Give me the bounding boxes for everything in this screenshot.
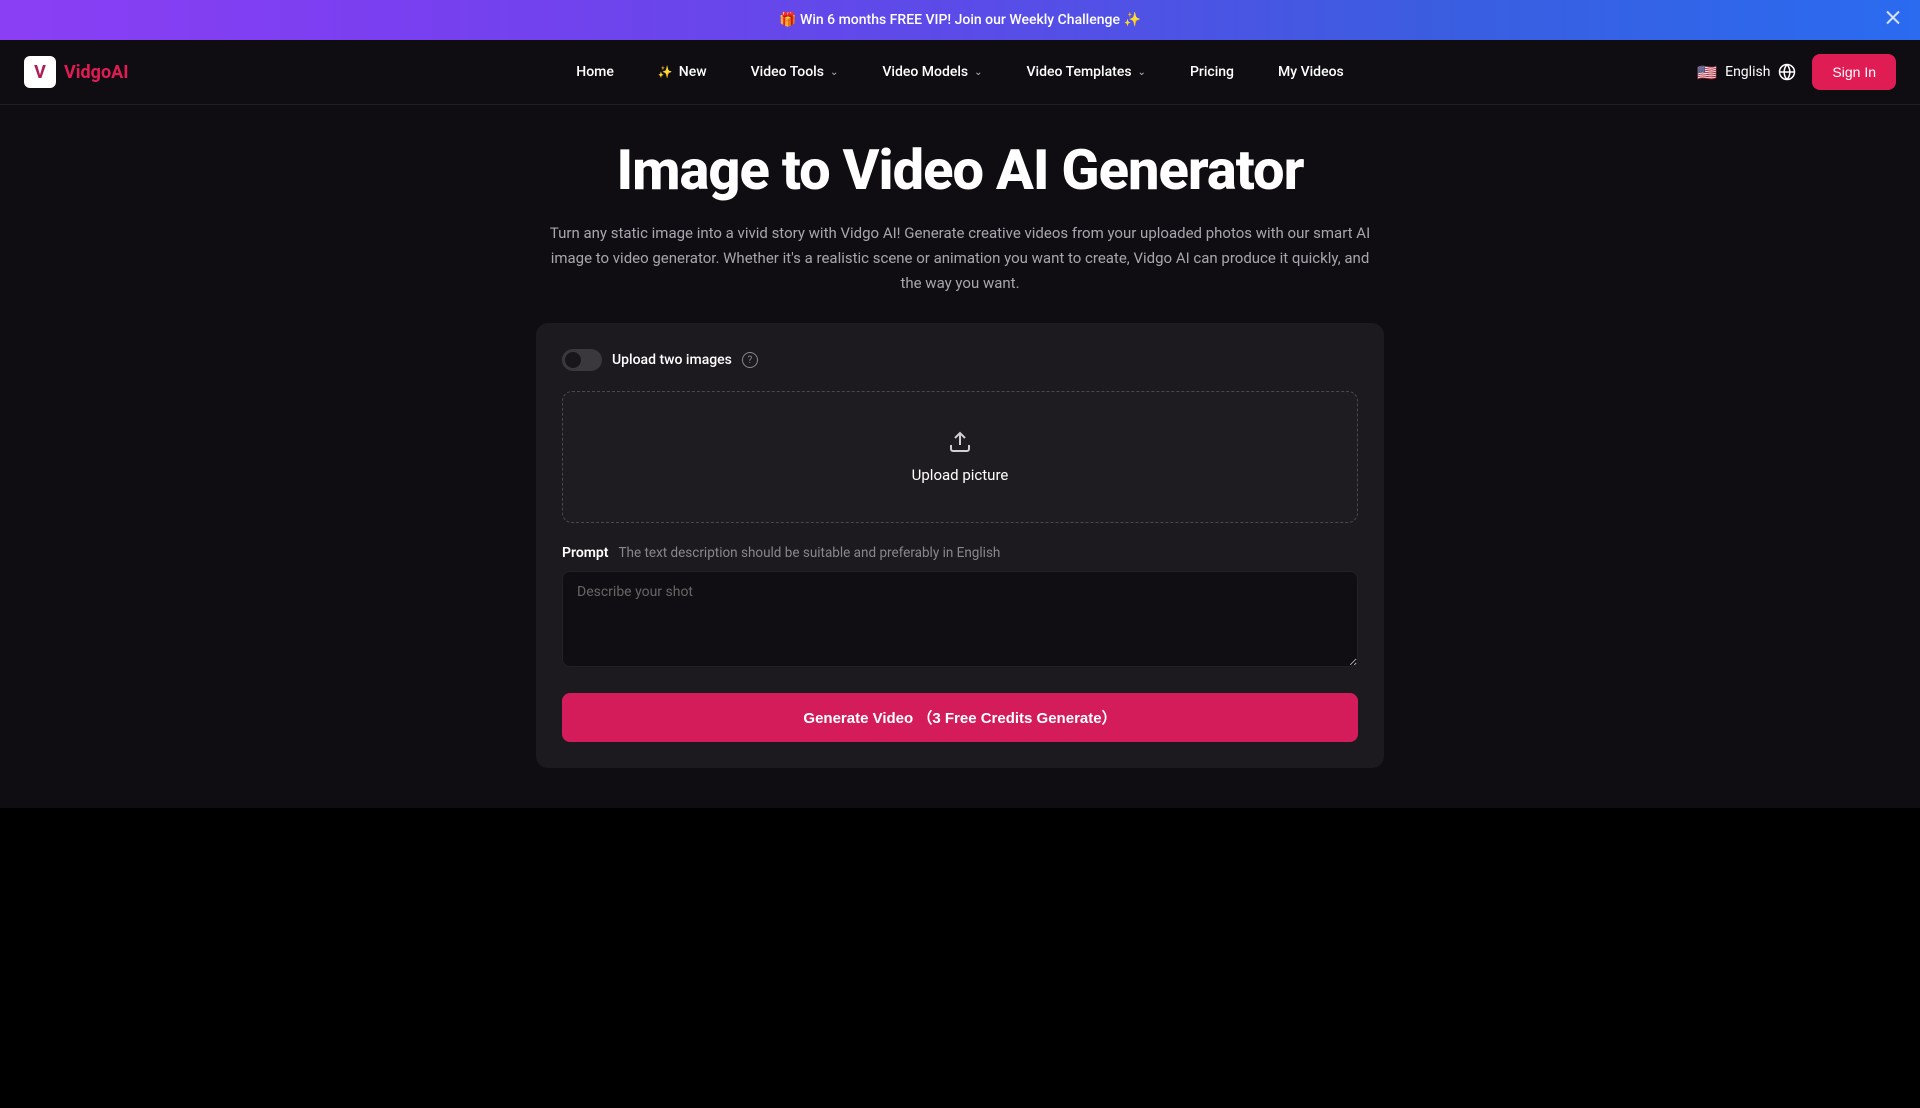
chevron-down-icon: ⌄ xyxy=(1138,67,1146,78)
page-title: Image to Video AI Generator xyxy=(0,137,1920,203)
nav-home-label: Home xyxy=(576,64,614,80)
chevron-down-icon: ⌄ xyxy=(974,67,982,78)
nav-my-videos[interactable]: My Videos xyxy=(1260,56,1362,88)
signin-button[interactable]: Sign In xyxy=(1812,54,1896,90)
nav-video-tools-label: Video Tools xyxy=(751,64,824,80)
upload-icon xyxy=(948,430,972,454)
nav-video-templates[interactable]: Video Templates ⌄ xyxy=(1009,56,1164,88)
logo-icon-letter: V xyxy=(34,62,46,83)
flag-icon: 🇺🇸 xyxy=(1697,63,1717,82)
nav-new[interactable]: New xyxy=(640,56,725,88)
nav-video-models-label: Video Models xyxy=(882,64,968,80)
close-icon xyxy=(1886,11,1900,25)
upload-text: Upload picture xyxy=(912,466,1009,484)
nav-new-label: New xyxy=(679,64,707,80)
prompt-label-row: Prompt The text description should be su… xyxy=(562,545,1358,561)
upload-two-toggle[interactable] xyxy=(562,349,602,371)
header-right: 🇺🇸 English Sign In xyxy=(1697,54,1896,90)
nav-pricing-label: Pricing xyxy=(1190,64,1234,80)
prompt-label: Prompt xyxy=(562,545,609,561)
toggle-row: Upload two images ? xyxy=(562,349,1358,371)
language-selector[interactable]: 🇺🇸 English xyxy=(1697,63,1796,82)
logo[interactable]: V VidgoAI xyxy=(24,56,128,88)
nav-home[interactable]: Home xyxy=(558,56,632,88)
banner-text: 🎁 Win 6 months FREE VIP! Join our Weekly… xyxy=(779,12,1141,28)
promo-banner[interactable]: 🎁 Win 6 months FREE VIP! Join our Weekly… xyxy=(0,0,1920,40)
logo-text: VidgoAI xyxy=(64,62,128,83)
toggle-label: Upload two images xyxy=(612,352,732,368)
logo-icon: V xyxy=(24,56,56,88)
banner-close-button[interactable] xyxy=(1886,11,1900,30)
nav-my-videos-label: My Videos xyxy=(1278,64,1344,80)
upload-area[interactable]: Upload picture xyxy=(562,391,1358,523)
signin-label: Sign In xyxy=(1832,64,1876,80)
nav-video-tools[interactable]: Video Tools ⌄ xyxy=(733,56,857,88)
globe-icon xyxy=(1778,63,1796,81)
page-subtitle: Turn any static image into a vivid story… xyxy=(545,221,1375,295)
header: V VidgoAI Home New Video Tools ⌄ Video M… xyxy=(0,40,1920,105)
generate-button-label: Generate Video （3 Free Credits Generate） xyxy=(803,710,1116,727)
bottom-section xyxy=(0,808,1920,1108)
main-content: Image to Video AI Generator Turn any sta… xyxy=(0,105,1920,808)
prompt-hint: The text description should be suitable … xyxy=(619,545,1001,561)
chevron-down-icon: ⌄ xyxy=(830,67,838,78)
nav-video-models[interactable]: Video Models ⌄ xyxy=(864,56,1000,88)
nav-video-templates-label: Video Templates xyxy=(1027,64,1132,80)
toggle-knob xyxy=(565,352,581,368)
main-nav: Home New Video Tools ⌄ Video Models ⌄ Vi… xyxy=(558,56,1361,88)
nav-pricing[interactable]: Pricing xyxy=(1172,56,1252,88)
prompt-input[interactable] xyxy=(562,571,1358,667)
generate-button[interactable]: Generate Video （3 Free Credits Generate） xyxy=(562,693,1358,742)
language-label: English xyxy=(1725,64,1770,80)
help-icon[interactable]: ? xyxy=(742,352,758,368)
generator-card: Upload two images ? Upload picture Promp… xyxy=(536,323,1384,768)
